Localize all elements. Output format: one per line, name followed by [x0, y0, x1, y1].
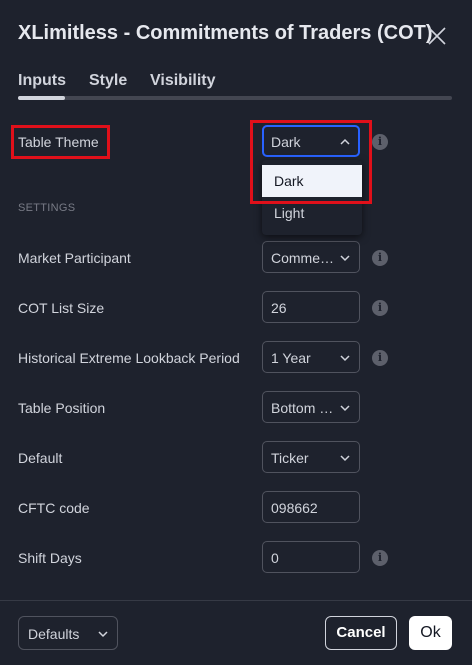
- market-participant-label: Market Participant: [18, 250, 131, 266]
- shift-days-label: Shift Days: [18, 550, 82, 566]
- dropdown-option-label: Light: [274, 205, 305, 221]
- table-position-label: Table Position: [18, 400, 106, 416]
- dialog-title: XLimitless - Commitments of Traders (COT…: [18, 22, 433, 44]
- cftc-code-label: CFTC code: [18, 500, 90, 516]
- chevron-down-icon: [98, 631, 108, 638]
- historical-lookback-select[interactable]: 1 Year: [262, 341, 360, 373]
- tab-style[interactable]: Style: [89, 72, 127, 90]
- historical-lookback-info-icon[interactable]: i: [372, 350, 388, 366]
- chevron-down-icon: [340, 455, 350, 462]
- market-participant-select[interactable]: Commercials: [262, 241, 360, 273]
- chevron-down-icon: [340, 355, 350, 362]
- cot-list-size-label: COT List Size: [18, 300, 105, 316]
- default-value: Ticker: [271, 450, 309, 466]
- tab-active-indicator: [18, 96, 65, 100]
- shift-days-input[interactable]: 0: [262, 541, 360, 573]
- cot-list-size-input[interactable]: 26: [262, 291, 360, 323]
- cancel-button[interactable]: Cancel: [325, 616, 397, 650]
- market-participant-info-icon[interactable]: i: [372, 250, 388, 266]
- highlight-box-dropdown: [250, 120, 372, 204]
- cot-list-size-value: 26: [271, 300, 287, 316]
- footer-divider: [0, 600, 472, 601]
- cftc-code-input[interactable]: 098662: [262, 491, 360, 523]
- tab-bar: Inputs Style Visibility: [18, 70, 452, 102]
- shift-days-info-icon[interactable]: i: [372, 550, 388, 566]
- historical-lookback-label: Historical Extreme Lookback Period: [18, 350, 240, 366]
- table-position-select[interactable]: Bottom Right: [262, 391, 360, 423]
- tab-inputs[interactable]: Inputs: [18, 72, 66, 90]
- tab-visibility[interactable]: Visibility: [150, 72, 216, 90]
- default-label: Default: [18, 450, 63, 466]
- defaults-button[interactable]: Defaults: [18, 616, 118, 650]
- defaults-label: Defaults: [28, 626, 80, 642]
- tab-track: [18, 96, 452, 100]
- ok-button[interactable]: Ok: [409, 616, 452, 650]
- close-icon[interactable]: [427, 26, 447, 46]
- table-theme-info-icon[interactable]: i: [372, 134, 388, 150]
- default-select[interactable]: Ticker: [262, 441, 360, 473]
- historical-lookback-value: 1 Year: [271, 350, 311, 366]
- shift-days-value: 0: [271, 550, 279, 566]
- cftc-code-value: 098662: [271, 500, 318, 516]
- highlight-box-label: [11, 125, 110, 159]
- cot-list-size-info-icon[interactable]: i: [372, 300, 388, 316]
- market-participant-value: Commercials: [271, 250, 335, 266]
- chevron-down-icon: [340, 255, 350, 262]
- table-position-value: Bottom Right: [271, 400, 335, 416]
- chevron-down-icon: [340, 405, 350, 412]
- settings-section-label: SETTINGS: [18, 202, 76, 214]
